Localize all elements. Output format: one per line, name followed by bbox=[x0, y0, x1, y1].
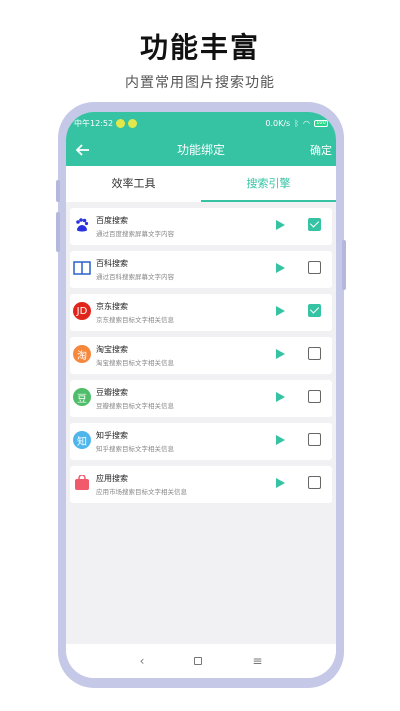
list-item: 应用搜索 应用市场搜索目标文字相关信息 bbox=[70, 466, 332, 503]
item-name: 京东搜索 bbox=[96, 302, 128, 311]
promo-subtitle: 内置常用图片搜索功能 bbox=[125, 75, 275, 91]
list-item: 淘 淘宝搜索 淘宝搜索目标文字相关信息 bbox=[70, 337, 332, 374]
item-description: 通过百科搜索屏幕文字内容 bbox=[96, 273, 174, 281]
play-icon[interactable] bbox=[276, 478, 285, 488]
toolbar: 功能绑定 确定 bbox=[66, 134, 336, 164]
item-description: 应用市场搜索目标文字相关信息 bbox=[96, 488, 187, 496]
baidu-paw-icon bbox=[73, 216, 91, 234]
phone-side-button bbox=[56, 212, 60, 252]
wifi-icon: ◠ bbox=[303, 118, 310, 128]
jd-icon: JD bbox=[73, 302, 91, 320]
play-icon[interactable] bbox=[276, 306, 285, 316]
app-store-icon bbox=[73, 474, 91, 492]
list-item: 百度搜索 通过百度搜索屏幕文字内容 bbox=[70, 208, 332, 245]
item-checkbox[interactable] bbox=[308, 304, 321, 317]
item-description: 豆瓣搜索目标文字相关信息 bbox=[96, 402, 174, 410]
status-time: 中午12:52 bbox=[74, 118, 114, 128]
confirm-button[interactable]: 确定 bbox=[310, 142, 332, 158]
play-icon[interactable] bbox=[276, 435, 285, 445]
item-name: 豆瓣搜索 bbox=[96, 388, 128, 397]
item-name: 百度搜索 bbox=[96, 216, 128, 225]
net-speed: 0.0K/s bbox=[265, 118, 291, 128]
notification-icon bbox=[116, 118, 126, 128]
search-engine-list: 百度搜索 通过百度搜索屏幕文字内容 百科搜索 通过百科搜索屏幕文字内容 JD 京… bbox=[70, 208, 332, 509]
play-icon[interactable] bbox=[276, 349, 285, 359]
play-icon[interactable] bbox=[276, 220, 285, 230]
bluetooth-icon: ᛒ bbox=[294, 118, 300, 128]
phone-side-button bbox=[56, 180, 60, 202]
book-icon bbox=[73, 259, 91, 277]
douban-icon: 豆 bbox=[73, 388, 91, 406]
tab-bar: 效率工具 搜索引擎 bbox=[66, 166, 336, 202]
taobao-icon: 淘 bbox=[73, 345, 91, 363]
item-description: 淘宝搜索目标文字相关信息 bbox=[96, 359, 174, 367]
item-checkbox[interactable] bbox=[308, 347, 321, 360]
status-bar: 中午12:52 0.0K/s ᛒ ◠ 100 bbox=[66, 114, 336, 132]
item-checkbox[interactable] bbox=[308, 476, 321, 489]
item-description: 知乎搜索目标文字相关信息 bbox=[96, 445, 174, 453]
page-title: 功能绑定 bbox=[176, 142, 225, 157]
tab-efficiency-tools[interactable]: 效率工具 bbox=[66, 166, 201, 202]
play-icon[interactable] bbox=[276, 263, 285, 273]
battery-icon: 100 bbox=[314, 119, 328, 127]
promo-title: 功能丰富 bbox=[139, 31, 260, 64]
item-checkbox[interactable] bbox=[308, 261, 321, 274]
item-name: 淘宝搜索 bbox=[96, 345, 128, 354]
notification-icon bbox=[128, 118, 138, 128]
app-screen: 中午12:52 0.0K/s ᛒ ◠ 100 功能绑定 确定 效率工具 搜索引擎 bbox=[66, 112, 336, 678]
app-header: 中午12:52 0.0K/s ᛒ ◠ 100 功能绑定 确定 bbox=[66, 112, 336, 166]
list-item: JD 京东搜索 京东搜索目标文字相关信息 bbox=[70, 294, 332, 331]
item-name: 百科搜索 bbox=[96, 259, 128, 268]
item-description: 通过百度搜索屏幕文字内容 bbox=[96, 230, 174, 238]
play-icon[interactable] bbox=[276, 392, 285, 402]
phone-side-button bbox=[342, 240, 346, 290]
item-checkbox[interactable] bbox=[308, 218, 321, 231]
list-item: 豆 豆瓣搜索 豆瓣搜索目标文字相关信息 bbox=[70, 380, 332, 417]
list-item: 知 知乎搜索 知乎搜索目标文字相关信息 bbox=[70, 423, 332, 460]
item-checkbox[interactable] bbox=[308, 433, 321, 446]
zhihu-icon: 知 bbox=[73, 431, 91, 449]
nav-back-icon[interactable]: ‹ bbox=[140, 654, 145, 668]
nav-menu-icon[interactable]: ≡ bbox=[252, 654, 262, 668]
system-nav-bar: ‹ ≡ bbox=[66, 644, 336, 678]
nav-home-icon[interactable] bbox=[194, 657, 203, 665]
item-checkbox[interactable] bbox=[308, 390, 321, 403]
list-item: 百科搜索 通过百科搜索屏幕文字内容 bbox=[70, 251, 332, 288]
tab-search-engines[interactable]: 搜索引擎 bbox=[201, 166, 336, 202]
item-name: 知乎搜索 bbox=[96, 431, 128, 440]
item-description: 京东搜索目标文字相关信息 bbox=[96, 316, 174, 324]
item-name: 应用搜索 bbox=[96, 474, 128, 483]
